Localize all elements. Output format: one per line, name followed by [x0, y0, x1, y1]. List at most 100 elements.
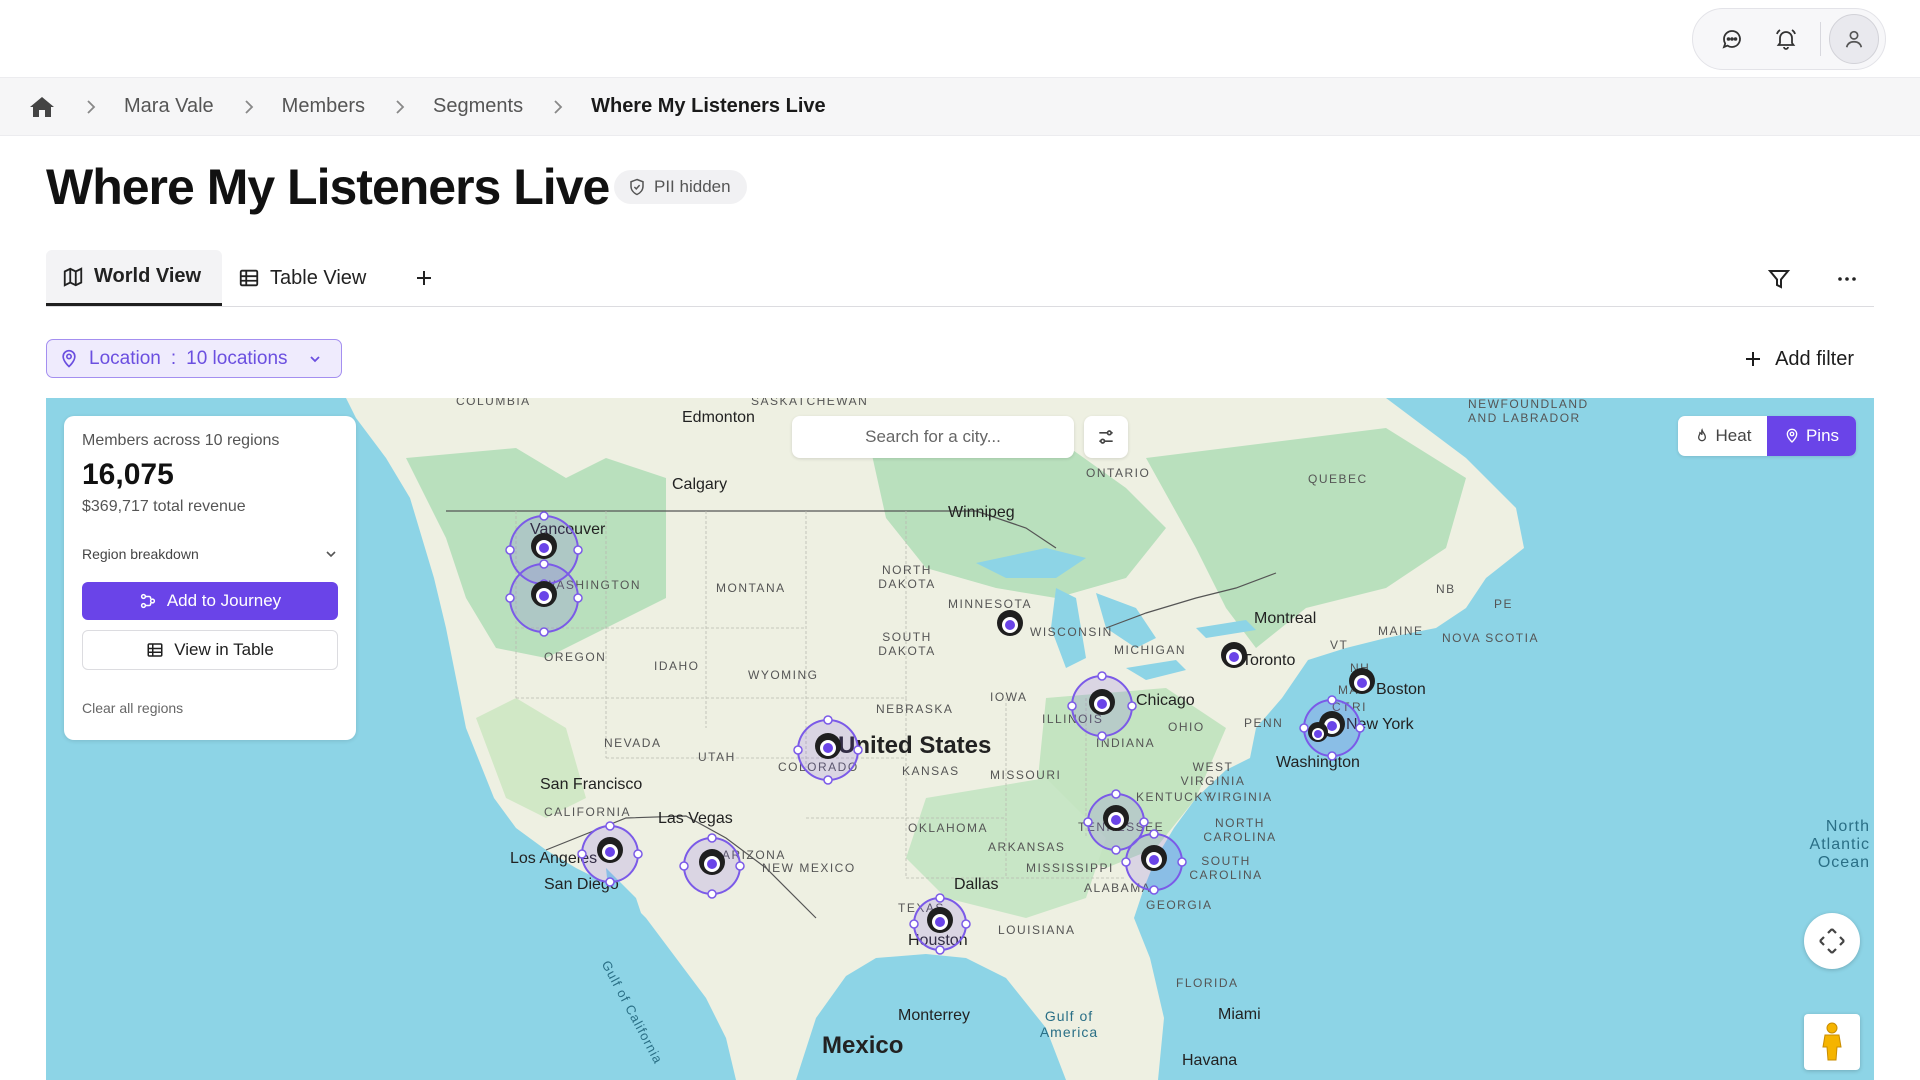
tab-table-view[interactable]: Table View — [222, 250, 382, 306]
top-actions — [1692, 8, 1886, 70]
region-cluster-pin[interactable] — [504, 558, 584, 638]
region-cluster-pin[interactable] — [570, 814, 650, 894]
map-label-city: Edmonton — [682, 409, 755, 426]
region-cluster-pin[interactable] — [900, 884, 980, 964]
map-label-region: VIRGINIA — [1208, 790, 1273, 804]
map-label-city: Havana — [1182, 1052, 1238, 1069]
chevron-down-icon — [309, 355, 320, 362]
summary-member-count: 16,075 — [82, 458, 174, 491]
map-label-region: WEST VIRGINIA — [1180, 760, 1246, 788]
region-breakdown-label: Region breakdown — [82, 546, 199, 562]
avatar[interactable] — [1829, 14, 1879, 64]
map-label-region: NEVADA — [604, 736, 662, 750]
add-view-button[interactable] — [408, 262, 440, 294]
map-label-region: MISSISSIPPI — [1026, 861, 1114, 875]
heat-mode-label: Heat — [1715, 426, 1752, 445]
pin-icon — [62, 349, 76, 368]
map-label-city: Calgary — [672, 476, 728, 493]
region-cluster-pin[interactable] — [1292, 688, 1372, 768]
heat-mode-button[interactable]: Heat — [1678, 416, 1767, 456]
breadcrumb-item-members[interactable]: Members — [282, 95, 365, 118]
map-label-city: Winnipeg — [948, 504, 1015, 521]
map-label-region: WISCONSIN — [1030, 625, 1113, 639]
map-label-region: WYOMING — [748, 668, 819, 682]
view-in-table-label: View in Table — [174, 640, 274, 659]
bell-icon[interactable] — [1767, 20, 1805, 58]
region-breakdown-toggle[interactable]: Region breakdown — [82, 546, 338, 562]
map-label-region: IOWA — [990, 690, 1028, 704]
breadcrumb-item-segments[interactable]: Segments — [433, 95, 523, 118]
map-label-region: NORTH CAROLINA — [1203, 816, 1277, 844]
chat-icon[interactable] — [1713, 20, 1751, 58]
plus-icon — [417, 271, 431, 285]
filter-chip-separator: : — [170, 347, 177, 369]
page-title: Where My Listeners Live — [46, 159, 610, 215]
map-label-city: Monterrey — [898, 1007, 971, 1024]
map-label-region: SOUTH CAROLINA — [1189, 854, 1263, 882]
map-label-region: MISSOURI — [990, 768, 1062, 782]
filter-chip-value: 10 locations — [186, 347, 288, 369]
map-label-region: SASKATCHEWAN — [751, 398, 869, 408]
add-filter-button[interactable]: Add filter — [1743, 343, 1854, 375]
chevron-right-icon — [553, 99, 563, 115]
map-label-region: OKLAHOMA — [908, 821, 989, 835]
map-label-region: SOUTH DAKOTA — [878, 630, 936, 658]
add-to-journey-button[interactable]: Add to Journey — [82, 582, 338, 620]
map-label-water: Gulf of America — [1039, 1008, 1099, 1040]
region-cluster-pin[interactable] — [1114, 822, 1194, 902]
map-label-region: NEBRASKA — [876, 702, 954, 716]
map-label-region: QUEBEC — [1308, 472, 1368, 486]
tab-world-view[interactable]: World View — [46, 250, 222, 306]
table-icon — [147, 643, 163, 657]
filter-chip-label: Location — [89, 347, 161, 369]
more-options-icon[interactable] — [1830, 262, 1864, 296]
street-view-pegman-icon[interactable] — [1804, 1014, 1860, 1070]
map-label-city: Boston — [1376, 681, 1426, 698]
map-label-region: NEWFOUNDLAND AND LABRADOR — [1468, 398, 1589, 425]
map-label-city: Miami — [1218, 1006, 1261, 1023]
map-label-water: North Atlantic Ocean — [1809, 818, 1870, 871]
flame-icon — [1697, 428, 1706, 442]
map-label-city: Toronto — [1242, 652, 1296, 669]
map-label-region: VT — [1330, 638, 1349, 652]
search-settings-icon[interactable] — [1084, 416, 1128, 458]
region-cluster-pin[interactable] — [672, 826, 752, 906]
view-in-table-button[interactable]: View in Table — [82, 630, 338, 670]
divider — [1820, 22, 1822, 56]
shield-check-icon — [630, 178, 644, 196]
map-view[interactable]: COLUMBIA SASKATCHEWAN NEWFOUNDLAND AND L… — [46, 398, 1874, 1080]
map-pin[interactable] — [994, 608, 1026, 642]
map-label-region: MAINE — [1378, 624, 1424, 638]
breadcrumb-item-workspace[interactable]: Mara Vale — [124, 95, 214, 118]
tab-label: World View — [94, 265, 202, 287]
location-filter-chip[interactable]: Location : 10 locations — [46, 339, 342, 378]
map-label-region: UTAH — [698, 750, 736, 764]
top-bar — [0, 0, 1920, 78]
recenter-map-button[interactable] — [1804, 913, 1860, 969]
pins-mode-label: Pins — [1805, 426, 1840, 445]
map-mode-toggle: Heat Pins — [1678, 416, 1856, 456]
chevron-right-icon — [395, 99, 405, 115]
city-search-input[interactable]: Search for a city... — [792, 416, 1074, 458]
clear-regions-link[interactable]: Clear all regions — [82, 700, 338, 716]
pins-mode-button[interactable]: Pins — [1767, 416, 1856, 456]
breadcrumb-item-current: Where My Listeners Live — [591, 95, 826, 117]
map-label-region: FLORIDA — [1176, 976, 1239, 990]
map-label-region: KANSAS — [902, 764, 960, 778]
summary-caption: Members across 10 regions — [82, 432, 280, 449]
region-cluster-pin[interactable] — [1062, 666, 1142, 746]
map-label-region: OHIO — [1168, 720, 1205, 734]
map-pin[interactable] — [1346, 666, 1378, 700]
filter-icon[interactable] — [1762, 262, 1796, 296]
map-label-city: Montreal — [1254, 610, 1317, 627]
map-label-region: PE — [1494, 597, 1514, 611]
region-cluster-pin[interactable] — [788, 710, 868, 790]
chevron-right-icon — [244, 99, 254, 115]
user-icon — [1846, 30, 1863, 48]
chevron-right-icon — [86, 99, 96, 115]
map-label-region: MICHIGAN — [1114, 643, 1186, 657]
table-icon — [239, 269, 259, 287]
home-icon[interactable] — [28, 93, 56, 121]
map-label-region: OREGON — [544, 650, 607, 664]
map-pin[interactable] — [1218, 640, 1250, 674]
